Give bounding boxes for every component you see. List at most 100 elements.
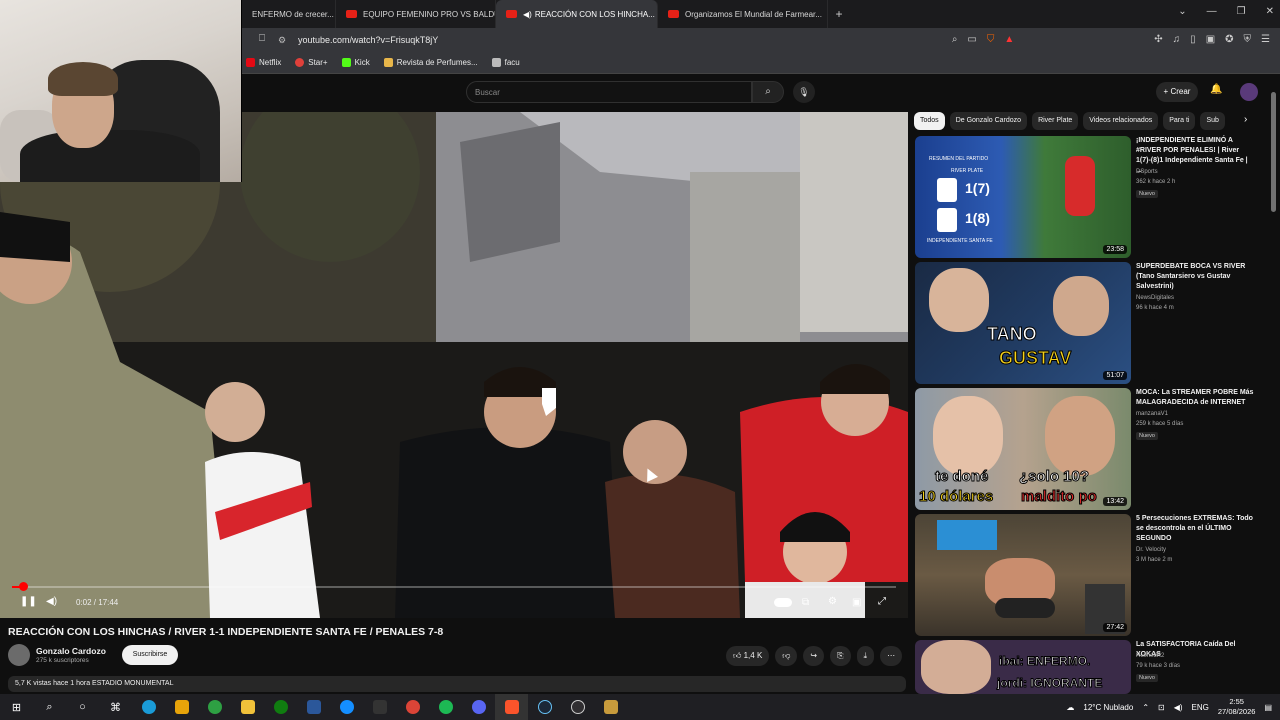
site-info-icon[interactable]: ⚙ xyxy=(278,35,288,45)
subtitles-icon[interactable]: ⧉ xyxy=(802,597,809,608)
obs-icon[interactable] xyxy=(561,694,594,720)
weather-icon[interactable]: ☁ xyxy=(1066,703,1074,712)
edge-icon[interactable] xyxy=(132,694,165,720)
settings-gear-icon[interactable]: ⚙ xyxy=(828,596,837,607)
chip-sub[interactable]: Sub xyxy=(1200,112,1225,130)
address-bar[interactable]: ⚙ youtube.com/watch?v=FrisuqkT8jY xyxy=(278,31,998,49)
description-box[interactable]: 5,7 K vistas hace 1 hora ESTADIO MONUMEN… xyxy=(8,676,906,692)
account-avatar[interactable] xyxy=(1240,83,1258,101)
bookmark-page-icon[interactable]: ⎕ xyxy=(259,33,265,44)
cortana-icon[interactable]: ○ xyxy=(66,694,99,720)
channel-name[interactable]: Gonzalo Cardozo xyxy=(36,646,106,656)
video-thumbnail[interactable]: te doné ¿solo 10? 10 dólares maldito po … xyxy=(915,388,1131,510)
chips-next-icon[interactable]: › xyxy=(1244,114,1247,125)
save-button[interactable]: ⎘ xyxy=(830,646,851,666)
tab-1[interactable]: ENFERMO de crecer... xyxy=(242,0,336,28)
rewards-icon[interactable]: ▲ xyxy=(1004,34,1014,45)
video-thumbnail[interactable]: RESUMEN DEL PARTIDO RIVER PLATE 1(7) 1(8… xyxy=(915,136,1131,258)
word-icon[interactable] xyxy=(297,694,330,720)
pause-icon[interactable]: ❚❚ xyxy=(20,596,37,607)
more-actions-button[interactable]: ⋯ xyxy=(880,646,903,666)
shield-app-icon[interactable] xyxy=(165,694,198,720)
page-scrollbar[interactable] xyxy=(1270,88,1278,688)
chip-river-plate[interactable]: River Plate xyxy=(1032,112,1079,130)
video-thumbnail[interactable]: 27:42 xyxy=(915,514,1131,636)
share-button[interactable]: ↪ xyxy=(803,646,825,666)
weather-text[interactable]: 12°C Nublado xyxy=(1083,703,1133,712)
scrollbar-thumb[interactable] xyxy=(1271,92,1276,212)
bookmark-facu[interactable]: facu xyxy=(491,58,520,67)
video-player[interactable] xyxy=(0,112,908,618)
league-icon[interactable] xyxy=(594,694,627,720)
start-icon[interactable]: ⊞ xyxy=(0,694,33,720)
video-progress-bar[interactable] xyxy=(12,582,896,591)
chip-todos[interactable]: Todos xyxy=(914,112,945,130)
search-icon[interactable]: ⌕ xyxy=(33,694,66,720)
video-thumbnail[interactable]: ibai: ENFERMO. jordi: IGNORANTE xyxy=(915,640,1131,694)
rec-channel[interactable]: Dr. Velocity xyxy=(1136,546,1166,555)
tab-list-icon[interactable]: ⌄ xyxy=(1178,6,1186,17)
extensions-icon[interactable]: ✣ xyxy=(1154,34,1162,45)
scrubber-handle[interactable] xyxy=(18,582,28,591)
brave-shield-icon[interactable]: ⛉ xyxy=(987,34,995,45)
vpn-icon[interactable]: ✪ xyxy=(1225,34,1233,45)
tab-4[interactable]: Organizamos El Mundial de Farmear... xyxy=(658,0,828,28)
bookmark-folder-perfumes[interactable]: Revista de Perfumes... xyxy=(383,58,478,67)
chip-related[interactable]: Videos relacionados xyxy=(1083,112,1159,130)
rec-channel[interactable]: DSports xyxy=(1136,168,1158,177)
dislike-button[interactable]: 👎︎ xyxy=(775,646,798,666)
autoplay-toggle[interactable] xyxy=(774,598,792,607)
chip-channel[interactable]: De Gonzalo Cardozo xyxy=(949,112,1028,130)
minimize-icon[interactable]: — xyxy=(1207,6,1217,17)
notifications-icon[interactable]: 🔔 xyxy=(1210,84,1222,95)
rec-channel[interactable]: manzanaV1 xyxy=(1136,410,1168,419)
close-window-icon[interactable]: ✕ xyxy=(1266,6,1274,17)
chip-for-you[interactable]: Para ti xyxy=(1163,112,1196,130)
tab-2[interactable]: EQUIPO FEMENINO PRO VS BALDU... xyxy=(336,0,496,28)
recommendation-item[interactable]: RESUMEN DEL PARTIDO RIVER PLATE 1(7) 1(8… xyxy=(915,136,1255,258)
shield-icon[interactable]: ⛨ xyxy=(1244,34,1252,45)
tray-overflow-icon[interactable]: ⌃ xyxy=(1142,703,1149,712)
discord-icon[interactable] xyxy=(462,694,495,720)
fullscreen-icon[interactable]: ⤢ xyxy=(878,596,886,607)
music-icon[interactable]: ♫ xyxy=(1173,34,1181,45)
rec-title[interactable]: 5 Persecuciones EXTREMAS: Todo se descon… xyxy=(1136,514,1254,544)
network-icon[interactable]: ⊡ xyxy=(1158,703,1165,712)
green-app-icon[interactable] xyxy=(198,694,231,720)
battlenet-icon[interactable] xyxy=(330,694,363,720)
like-button[interactable]: 👍︎ 1,4 K xyxy=(726,646,770,666)
menu-icon[interactable]: ☰ xyxy=(1261,34,1270,45)
bookmark-netflix[interactable]: Netflix xyxy=(246,58,281,67)
recommendation-item[interactable]: TANO GUSTAV 51:07 SUPERDEBATE BOCA VS RI… xyxy=(915,262,1255,384)
miniplayer-icon[interactable]: ▣ xyxy=(852,597,861,608)
zoom-icon[interactable]: ⌕ xyxy=(952,34,958,45)
tab-3-active[interactable]: ◀) REACCIÓN CON LOS HINCHA... ✕ xyxy=(496,0,658,28)
subscribe-button[interactable]: Suscribirse xyxy=(122,645,178,665)
channel-avatar[interactable] xyxy=(8,644,30,666)
rec-channel[interactable]: NewsDigitales xyxy=(1136,294,1174,303)
search-input[interactable]: Buscar xyxy=(466,81,752,103)
voice-search-button[interactable]: 🎙 xyxy=(793,81,815,103)
sidebar-icon[interactable]: ▯ xyxy=(1190,34,1196,45)
brave-icon[interactable] xyxy=(495,694,528,720)
video-thumbnail[interactable]: TANO GUSTAV 51:07 xyxy=(915,262,1131,384)
spotify-icon[interactable] xyxy=(429,694,462,720)
cast-icon[interactable]: ▭ xyxy=(967,34,976,45)
chrome-icon[interactable] xyxy=(396,694,429,720)
recommendation-item[interactable]: 27:42 5 Persecuciones EXTREMAS: Todo se … xyxy=(915,514,1255,636)
bookmark-kick[interactable]: Kick xyxy=(341,58,370,67)
rec-title[interactable]: SUPERDEBATE BOCA VS RIVER (Tano Santarsi… xyxy=(1136,262,1254,292)
bookmark-starplus[interactable]: Star+ xyxy=(295,58,328,67)
xbox-icon[interactable] xyxy=(264,694,297,720)
rec-channel[interactable]: RushedR2 xyxy=(1136,652,1164,661)
rec-title[interactable]: MOCA: La STREAMER POBRE Más MALAGRADECID… xyxy=(1136,388,1254,408)
download-button[interactable]: ⤓ xyxy=(856,646,875,666)
notifications-tray-icon[interactable]: ▤ xyxy=(1264,703,1272,712)
file-explorer-icon[interactable] xyxy=(231,694,264,720)
recommendation-item[interactable]: ibai: ENFERMO. jordi: IGNORANTE La SATIS… xyxy=(915,640,1255,694)
volume-tray-icon[interactable]: ◀) xyxy=(1174,703,1183,712)
epic-games-icon[interactable] xyxy=(363,694,396,720)
clock[interactable]: 2:55 27/08/2026 xyxy=(1218,697,1256,717)
create-button[interactable]: + Crear xyxy=(1156,82,1198,102)
language-indicator[interactable]: ENG xyxy=(1192,703,1209,712)
